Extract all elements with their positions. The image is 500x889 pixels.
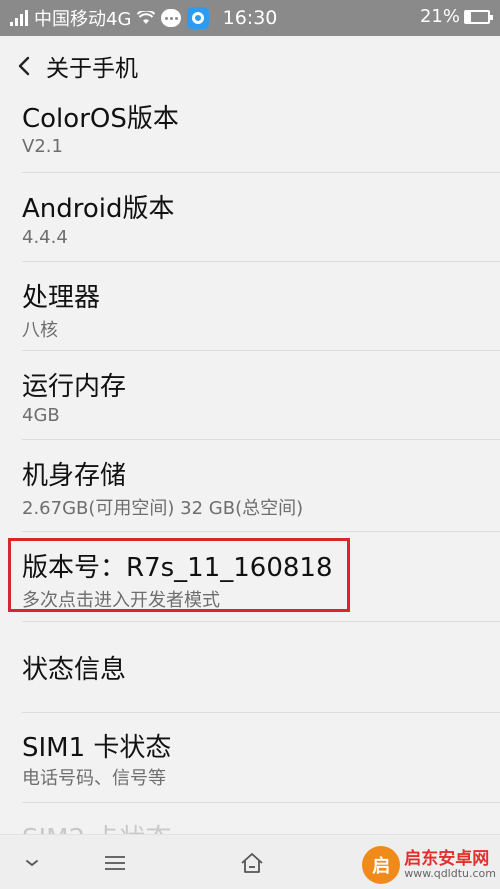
list-item-status-info[interactable]: 状态信息 <box>0 621 500 712</box>
status-bar: 中国移动4G 16:30 21% <box>0 0 500 36</box>
menu-icon <box>105 856 125 870</box>
watermark-text: 启东安卓网 www.qdldtu.com <box>404 848 496 881</box>
chevron-down-icon <box>26 860 38 867</box>
status-right: 21% <box>419 6 493 27</box>
back-button[interactable] <box>6 36 42 96</box>
watermark-url: www.qdldtu.com <box>404 867 496 881</box>
item-title: SIM1 卡状态 <box>22 733 172 763</box>
list-item-android-version[interactable]: Android版本 4.4.4 <box>0 172 500 261</box>
item-subtitle: 4.4.4 <box>22 227 68 248</box>
watermark: 启 启东安卓网 www.qdldtu.com <box>362 846 496 884</box>
list-item-storage[interactable]: 机身存储 2.67GB(可用空间) 32 GB(总空间) <box>0 439 500 531</box>
item-subtitle: 电话号码、信号等 <box>22 768 166 789</box>
item-subtitle: 八核 <box>22 320 58 341</box>
status-time: 16:30 <box>222 7 278 29</box>
watermark-title: 启东安卓网 <box>404 848 490 869</box>
item-title: ColorOS版本 <box>22 104 179 134</box>
app-notification-icon <box>187 7 210 29</box>
message-icon <box>161 9 182 27</box>
status-left: 中国移动4G <box>10 5 210 31</box>
item-subtitle: 4GB <box>22 405 60 426</box>
battery-percent: 21% <box>419 6 460 27</box>
item-subtitle: 2.67GB(可用空间) 32 GB(总空间) <box>22 498 304 519</box>
chevron-left-icon <box>18 56 30 76</box>
list-item-ram[interactable]: 运行内存 4GB <box>0 350 500 439</box>
collapse-button[interactable] <box>12 843 52 883</box>
list-item-coloros-version[interactable]: ColorOS版本 V2.1 <box>0 96 500 172</box>
wifi-icon <box>137 11 156 25</box>
item-subtitle: V2.1 <box>22 136 63 157</box>
item-title: Android版本 <box>22 194 175 224</box>
list-item-processor[interactable]: 处理器 八核 <box>0 261 500 350</box>
page-title: 关于手机 <box>46 56 138 82</box>
highlight-box <box>8 538 350 612</box>
item-title: 状态信息 <box>22 655 127 685</box>
carrier-label: 中国移动4G <box>34 9 132 30</box>
watermark-logo-icon: 启 <box>362 846 401 884</box>
divider <box>22 802 500 803</box>
menu-button[interactable] <box>95 843 135 883</box>
battery-icon <box>464 9 493 24</box>
item-title: 处理器 <box>22 283 101 313</box>
home-button[interactable] <box>232 843 272 883</box>
app-bar: 关于手机 <box>0 36 500 96</box>
list-item-sim1-status[interactable]: SIM1 卡状态 电话号码、信号等 <box>0 712 500 802</box>
item-title: 运行内存 <box>22 372 127 402</box>
signal-icon <box>10 10 28 26</box>
home-icon <box>241 853 263 873</box>
item-title: 机身存储 <box>22 461 127 491</box>
